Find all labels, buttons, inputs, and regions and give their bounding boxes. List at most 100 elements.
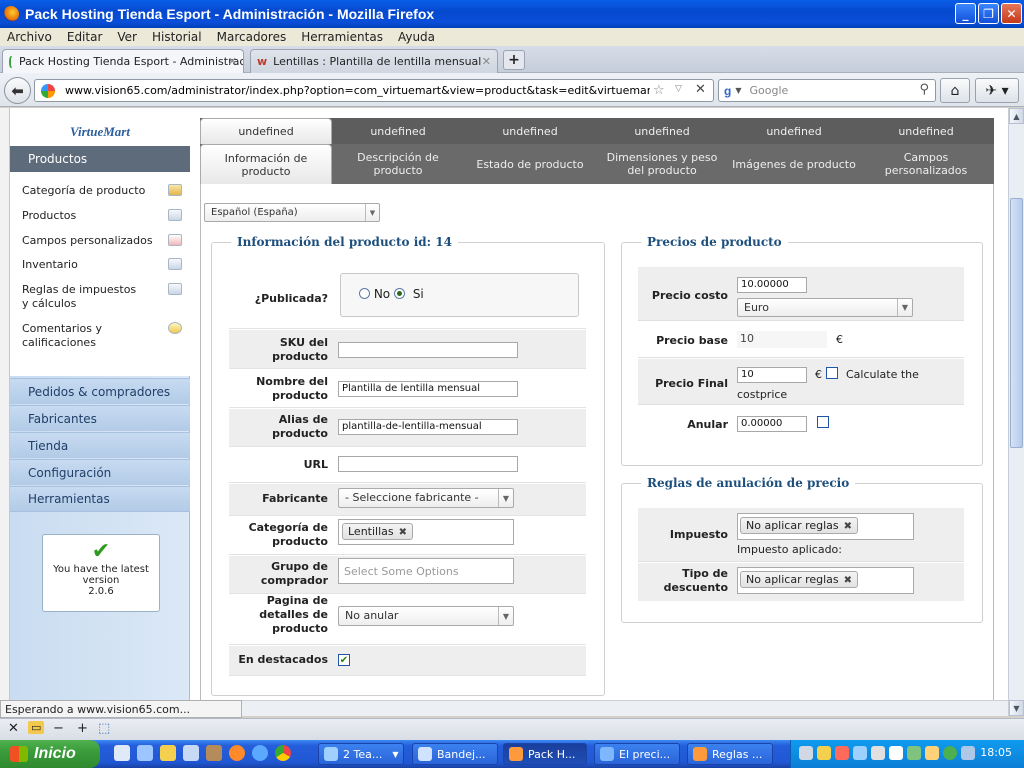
- sidebar-menu-configuracion[interactable]: Configuración: [10, 459, 190, 485]
- close-addon-bar-icon[interactable]: ✕: [8, 721, 19, 736]
- tray-icon[interactable]: [907, 746, 921, 760]
- close-tab-icon[interactable]: ✕: [482, 55, 491, 68]
- tray-icon[interactable]: [943, 746, 957, 760]
- name-input[interactable]: Plantilla de lentilla mensual: [338, 381, 518, 397]
- addon-icon[interactable]: ▭: [28, 721, 45, 734]
- close-tab-icon[interactable]: ✕: [228, 55, 237, 68]
- quicklaunch-icon[interactable]: [206, 745, 222, 761]
- sidebar-menu-fabricantes[interactable]: Fabricantes: [10, 405, 190, 431]
- currency-select[interactable]: Euro ▼: [737, 298, 913, 317]
- final-input[interactable]: 10: [737, 367, 807, 383]
- remove-chip-icon[interactable]: ✖: [399, 527, 407, 538]
- quicklaunch-icon[interactable]: [183, 745, 199, 761]
- firefox-icon[interactable]: [229, 745, 245, 761]
- vertical-scrollbar[interactable]: ▲ ▼: [1008, 108, 1024, 716]
- zoom-in-icon[interactable]: +: [77, 721, 88, 736]
- zoom-out-icon[interactable]: −: [53, 721, 64, 736]
- menu-archivo[interactable]: Archivo: [0, 30, 60, 44]
- override-input[interactable]: 0.00000: [737, 416, 807, 432]
- menu-ayuda[interactable]: Ayuda: [391, 30, 443, 44]
- sidebar-item-reglas[interactable]: Reglas de impuestos y cálculos: [22, 283, 142, 311]
- tab-undefined-4[interactable]: undefined: [596, 118, 728, 144]
- tab-informacion[interactable]: Información de producto: [200, 144, 332, 184]
- sidebar-item-categoria[interactable]: Categoría de producto: [22, 184, 182, 197]
- scroll-up-icon[interactable]: ▲: [1009, 108, 1024, 124]
- dropdown-arrow-icon[interactable]: ▽: [675, 84, 682, 94]
- addon-button[interactable]: ✈ ▾: [975, 78, 1019, 103]
- browser-tab-admin[interactable]: Pack Hosting Tienda Esport - Administrac…: [2, 49, 244, 73]
- search-engine-arrow-icon[interactable]: ▼: [735, 86, 741, 95]
- menu-marcadores[interactable]: Marcadores: [210, 30, 295, 44]
- tab-undefined-5[interactable]: undefined: [728, 118, 860, 144]
- chrome-icon[interactable]: [275, 745, 291, 761]
- tab-descripcion[interactable]: Descripción de producto: [332, 144, 464, 184]
- scroll-down-icon[interactable]: ▼: [1009, 700, 1024, 716]
- taskbar-button-reglas[interactable]: Reglas ...: [687, 743, 773, 765]
- tax-multiselect[interactable]: No aplicar reglas ✖: [737, 513, 914, 540]
- alias-input[interactable]: plantilla-de-lentilla-mensual: [338, 419, 518, 435]
- browser-tab-lentillas[interactable]: w Lentillas : Plantilla de lentilla mens…: [250, 49, 498, 73]
- tray-icon[interactable]: [799, 746, 813, 760]
- tab-undefined-2[interactable]: undefined: [332, 118, 464, 144]
- radio-si[interactable]: [393, 288, 405, 299]
- horizontal-scrollbar[interactable]: [190, 700, 1008, 716]
- tab-undefined-1[interactable]: undefined: [200, 118, 332, 144]
- new-tab-button[interactable]: +: [503, 50, 525, 70]
- sidebar-item-campos[interactable]: Campos personalizados: [22, 234, 182, 247]
- group-multiselect[interactable]: Select Some Options: [338, 558, 514, 584]
- quicklaunch-icon[interactable]: [137, 745, 153, 761]
- scroll-thumb[interactable]: [1010, 198, 1023, 448]
- tray-icon[interactable]: [925, 746, 939, 760]
- url-bar[interactable]: www.vision65.com/administrator/index.php…: [34, 79, 714, 102]
- search-input[interactable]: Google: [750, 84, 789, 97]
- remove-chip-icon[interactable]: ✖: [844, 575, 852, 586]
- maker-select[interactable]: - Seleccione fabricante - ▼: [338, 488, 514, 508]
- url-input[interactable]: [338, 456, 518, 472]
- sidebar-section-productos[interactable]: Productos: [10, 146, 190, 172]
- radio-no[interactable]: [359, 288, 370, 299]
- search-icon[interactable]: ⚲: [919, 82, 929, 97]
- taskbar-button-bandeja[interactable]: Bandej...: [412, 743, 498, 765]
- stop-icon[interactable]: ✕: [695, 82, 706, 97]
- tab-undefined-3[interactable]: undefined: [464, 118, 596, 144]
- search-box[interactable]: g ▼ Google ⚲: [718, 79, 936, 102]
- home-button[interactable]: ⌂: [940, 78, 970, 103]
- language-select[interactable]: Español (España) ▼: [204, 203, 380, 222]
- menu-ver[interactable]: Ver: [110, 30, 145, 44]
- tab-estado[interactable]: Estado de producto: [464, 144, 596, 184]
- menu-herramientas[interactable]: Herramientas: [294, 30, 391, 44]
- discount-multiselect[interactable]: No aplicar reglas ✖: [737, 567, 914, 594]
- tab-campos[interactable]: Campos personalizados: [860, 144, 992, 184]
- back-button[interactable]: ⬅: [4, 77, 31, 104]
- featured-checkbox[interactable]: ✔: [338, 654, 350, 666]
- menu-editar[interactable]: Editar: [60, 30, 111, 44]
- taskbar-button-precio[interactable]: El preci...: [594, 743, 680, 765]
- tray-icon[interactable]: [889, 746, 903, 760]
- close-button[interactable]: ✕: [1001, 3, 1022, 24]
- sku-input[interactable]: [338, 342, 518, 358]
- cost-input[interactable]: 10.00000: [737, 277, 807, 293]
- sidebar-menu-pedidos[interactable]: Pedidos & compradores: [10, 378, 190, 404]
- override-checkbox[interactable]: [817, 416, 829, 428]
- menu-historial[interactable]: Historial: [145, 30, 210, 44]
- tray-icon[interactable]: [817, 746, 831, 760]
- category-multiselect[interactable]: Lentillas ✖: [338, 519, 514, 545]
- tab-undefined-6[interactable]: undefined: [860, 118, 992, 144]
- tray-icon[interactable]: [871, 746, 885, 760]
- tray-icon[interactable]: [853, 746, 867, 760]
- restore-button[interactable]: ❐: [978, 3, 999, 24]
- taskbar-button-pack[interactable]: Pack H...: [503, 743, 587, 765]
- ie-icon[interactable]: [252, 745, 268, 761]
- bookmark-star-icon[interactable]: ☆: [653, 83, 665, 98]
- sidebar-item-productos[interactable]: Productos: [22, 209, 182, 222]
- remove-chip-icon[interactable]: ✖: [844, 521, 852, 532]
- tray-icon[interactable]: [835, 746, 849, 760]
- minimize-button[interactable]: _: [955, 3, 976, 24]
- select-tool-icon[interactable]: ⬚: [98, 721, 110, 736]
- start-button[interactable]: Inicio: [0, 740, 100, 768]
- show-desktop-icon[interactable]: [114, 745, 130, 761]
- sidebar-item-inventario[interactable]: Inventario: [22, 258, 182, 271]
- calculate-costprice-checkbox[interactable]: [826, 367, 838, 379]
- sidebar-item-comentarios[interactable]: Comentarios y calificaciones: [22, 322, 142, 350]
- sidebar-menu-tienda[interactable]: Tienda: [10, 432, 190, 458]
